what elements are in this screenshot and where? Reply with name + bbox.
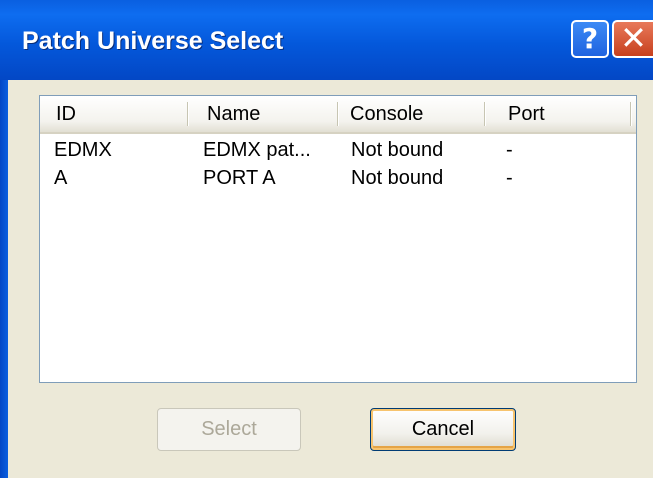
table-row[interactable]: EDMX EDMX pat... Not bound - (40, 139, 636, 162)
cell-console: Not bound (351, 167, 444, 189)
select-button[interactable]: Select (157, 408, 301, 451)
cell-port: - (506, 167, 513, 189)
table-row[interactable]: A PORT A Not bound - (40, 167, 636, 190)
cell-port: - (506, 139, 513, 161)
cell-console: Not bound (351, 139, 444, 161)
help-button[interactable]: ? (571, 20, 609, 58)
column-divider[interactable] (630, 102, 632, 126)
column-divider[interactable] (337, 102, 339, 126)
column-divider[interactable] (484, 102, 486, 126)
cancel-button[interactable]: Cancel (370, 408, 516, 451)
cell-id: A (54, 167, 68, 189)
window-title: Patch Universe Select (22, 27, 284, 55)
close-icon: ✕ (620, 19, 647, 57)
close-button[interactable]: ✕ (612, 20, 653, 58)
column-header-port[interactable]: Port (508, 96, 545, 132)
column-header-name[interactable]: Name (207, 96, 260, 132)
title-bar[interactable]: Patch Universe Select ? ✕ (0, 0, 653, 80)
window-frame-left (0, 80, 8, 478)
cell-name: EDMX pat... (203, 139, 311, 161)
cell-name: PORT A (203, 167, 276, 189)
help-icon: ? (581, 22, 599, 55)
column-header-id[interactable]: ID (56, 96, 76, 132)
list-header: ID Name Console Port (40, 96, 636, 134)
universe-list[interactable]: ID Name Console Port EDMX EDMX pat... No… (39, 95, 637, 383)
column-divider[interactable] (187, 102, 189, 126)
cell-id: EDMX (54, 139, 112, 161)
column-header-console[interactable]: Console (350, 96, 423, 132)
